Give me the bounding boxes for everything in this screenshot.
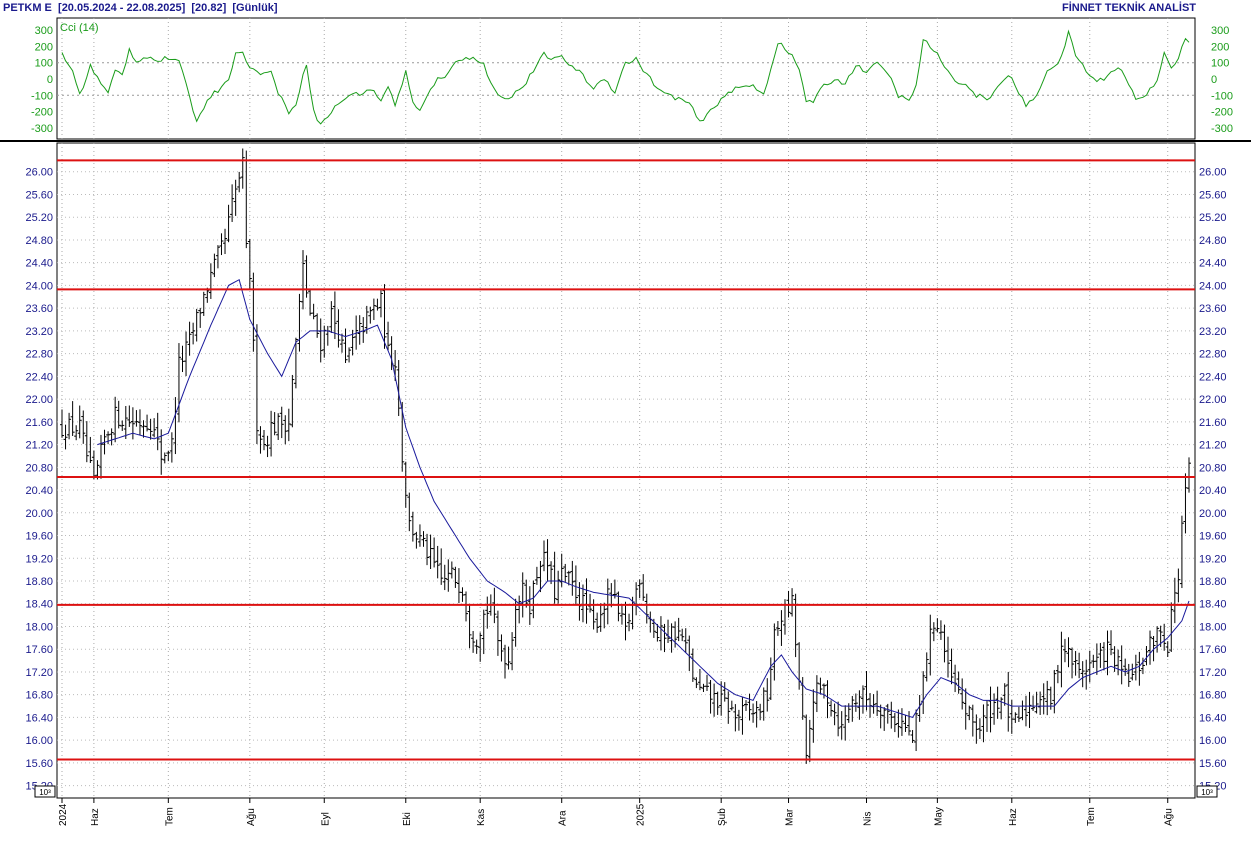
price-tick-label-right: 20.80 [1199, 462, 1227, 474]
price-frame [56, 142, 1196, 799]
price-tick-label-left: 22.40 [25, 371, 53, 383]
price-tick-label-right: 19.20 [1199, 553, 1227, 565]
x-tick-label: Şub [717, 808, 728, 826]
x-tick-label: Ara [558, 810, 569, 826]
cci-tick-label-right: 300 [1211, 25, 1229, 37]
x-tick-label: Nis [862, 812, 873, 826]
price-tick-label-right: 24.80 [1199, 235, 1227, 247]
price-tick-label-right: 18.40 [1199, 599, 1227, 611]
price-tick-label-right: 26.00 [1199, 167, 1227, 179]
cci-tick-label-right: -200 [1211, 107, 1233, 119]
cci-tick-label-right: 0 [1211, 74, 1217, 86]
price-tick-label-left: 19.20 [25, 553, 53, 565]
price-tick-label-right: 23.60 [1199, 303, 1227, 315]
price-tick-label-left: 26.00 [25, 167, 53, 179]
x-tick-label: Mar [785, 808, 796, 826]
price-tick-label-left: 20.80 [25, 462, 53, 474]
price-tick-label-left: 24.80 [25, 235, 53, 247]
price-tick-label-left: 20.00 [25, 508, 53, 520]
x-axis: 2024 Haz Tem Ağu Eyl Eki Kas Ara 2025 Şub Mar Nis Ma… [58, 798, 1175, 826]
price-tick-label-right: 25.60 [1199, 189, 1227, 201]
cci-tick-label-right: 100 [1211, 58, 1229, 70]
cci-tick-label-right: 200 [1211, 41, 1229, 53]
price-tick-label-left: 25.60 [25, 189, 53, 201]
price-tick-label-right: 23.20 [1199, 326, 1227, 338]
price-tick-label-left: 18.80 [25, 576, 53, 588]
x-tick-label: Kas [476, 809, 487, 826]
price-tick-label-right: 18.00 [1199, 621, 1227, 633]
price-multiplier-left: 10³ [39, 788, 51, 797]
x-tick-label: 2025 [636, 803, 647, 826]
price-tick-label-left: 22.80 [25, 349, 53, 361]
price-tick-label-left: 24.40 [25, 258, 53, 270]
cci-tick-label-left: 300 [35, 25, 53, 37]
price-tick-label-right: 17.60 [1199, 644, 1227, 656]
cci-frame [56, 17, 1196, 140]
cci-tick-label-right: -100 [1211, 90, 1233, 102]
price-panel: 15.2015.2015.6015.6016.0016.0016.4016.40… [25, 142, 1227, 799]
price-tick-label-left: 16.00 [25, 735, 53, 747]
x-tick-label: Haz [1008, 808, 1019, 826]
cci-tick-label-right: -300 [1211, 123, 1233, 135]
price-tick-label-left: 16.80 [25, 690, 53, 702]
price-tick-label-left: 21.20 [25, 440, 53, 452]
price-tick-label-left: 15.60 [25, 758, 53, 770]
x-tick-label: Eyl [320, 812, 331, 826]
price-tick-label-left: 17.60 [25, 644, 53, 656]
price-tick-label-left: 18.40 [25, 599, 53, 611]
price-tick-label-right: 16.80 [1199, 690, 1227, 702]
price-tick-label-right: 16.40 [1199, 712, 1227, 724]
price-tick-label-left: 18.00 [25, 621, 53, 633]
price-tick-label-right: 25.20 [1199, 212, 1227, 224]
price-tick-label-left: 21.60 [25, 417, 53, 429]
cci-tick-label-left: -200 [31, 107, 53, 119]
price-tick-label-left: 20.40 [25, 485, 53, 497]
price-tick-label-left: 25.20 [25, 212, 53, 224]
price-tick-label-left: 22.00 [25, 394, 53, 406]
price-tick-label-left: 19.60 [25, 531, 53, 543]
price-tick-label-right: 18.80 [1199, 576, 1227, 588]
x-tick-label: Tem [164, 807, 175, 826]
price-tick-label-right: 17.20 [1199, 667, 1227, 679]
price-tick-label-right: 16.00 [1199, 735, 1227, 747]
price-tick-label-right: 22.40 [1199, 371, 1227, 383]
cci-tick-label-left: 200 [35, 41, 53, 53]
cci-tick-label-left: -100 [31, 90, 53, 102]
price-tick-label-right: 24.40 [1199, 258, 1227, 270]
cci-panel: 300 300 200 200 100 100 0 0 -100 -100 -200 -200 -300… [31, 17, 1233, 140]
cci-tick-label-left: -300 [31, 123, 53, 135]
price-tick-label-left: 23.60 [25, 303, 53, 315]
x-tick-label: May [933, 807, 944, 826]
price-tick-label-right: 22.80 [1199, 349, 1227, 361]
price-tick-label-right: 20.00 [1199, 508, 1227, 520]
x-tick-label: Ağu [1164, 808, 1175, 826]
x-tick-label: Tem [1086, 807, 1097, 826]
price-tick-label-right: 19.60 [1199, 531, 1227, 543]
price-tick-label-left: 17.20 [25, 667, 53, 679]
x-tick-label: Ağu [246, 808, 257, 826]
chart-canvas: 300 300 200 200 100 100 0 0 -100 -100 -200 -200 -300… [0, 17, 1251, 826]
price-tick-label-left: 23.20 [25, 326, 53, 338]
price-tick-label-left: 16.40 [25, 712, 53, 724]
cci-tick-label-left: 0 [47, 74, 53, 86]
price-tick-label-right: 21.20 [1199, 440, 1227, 452]
price-tick-label-right: 22.00 [1199, 394, 1227, 406]
price-tick-label-right: 15.60 [1199, 758, 1227, 770]
price-tick-label-right: 20.40 [1199, 485, 1227, 497]
price-tick-label-right: 21.60 [1199, 417, 1227, 429]
x-tick-label: 2024 [58, 803, 69, 826]
x-tick-label: Eki [402, 812, 413, 826]
price-tick-label-right: 24.00 [1199, 280, 1227, 292]
x-tick-label: Haz [90, 808, 101, 826]
cci-tick-label-left: 100 [35, 58, 53, 70]
cci-label: Cci (14) [60, 22, 99, 34]
price-multiplier-right: 10³ [1201, 788, 1213, 797]
price-tick-label-left: 24.00 [25, 280, 53, 292]
